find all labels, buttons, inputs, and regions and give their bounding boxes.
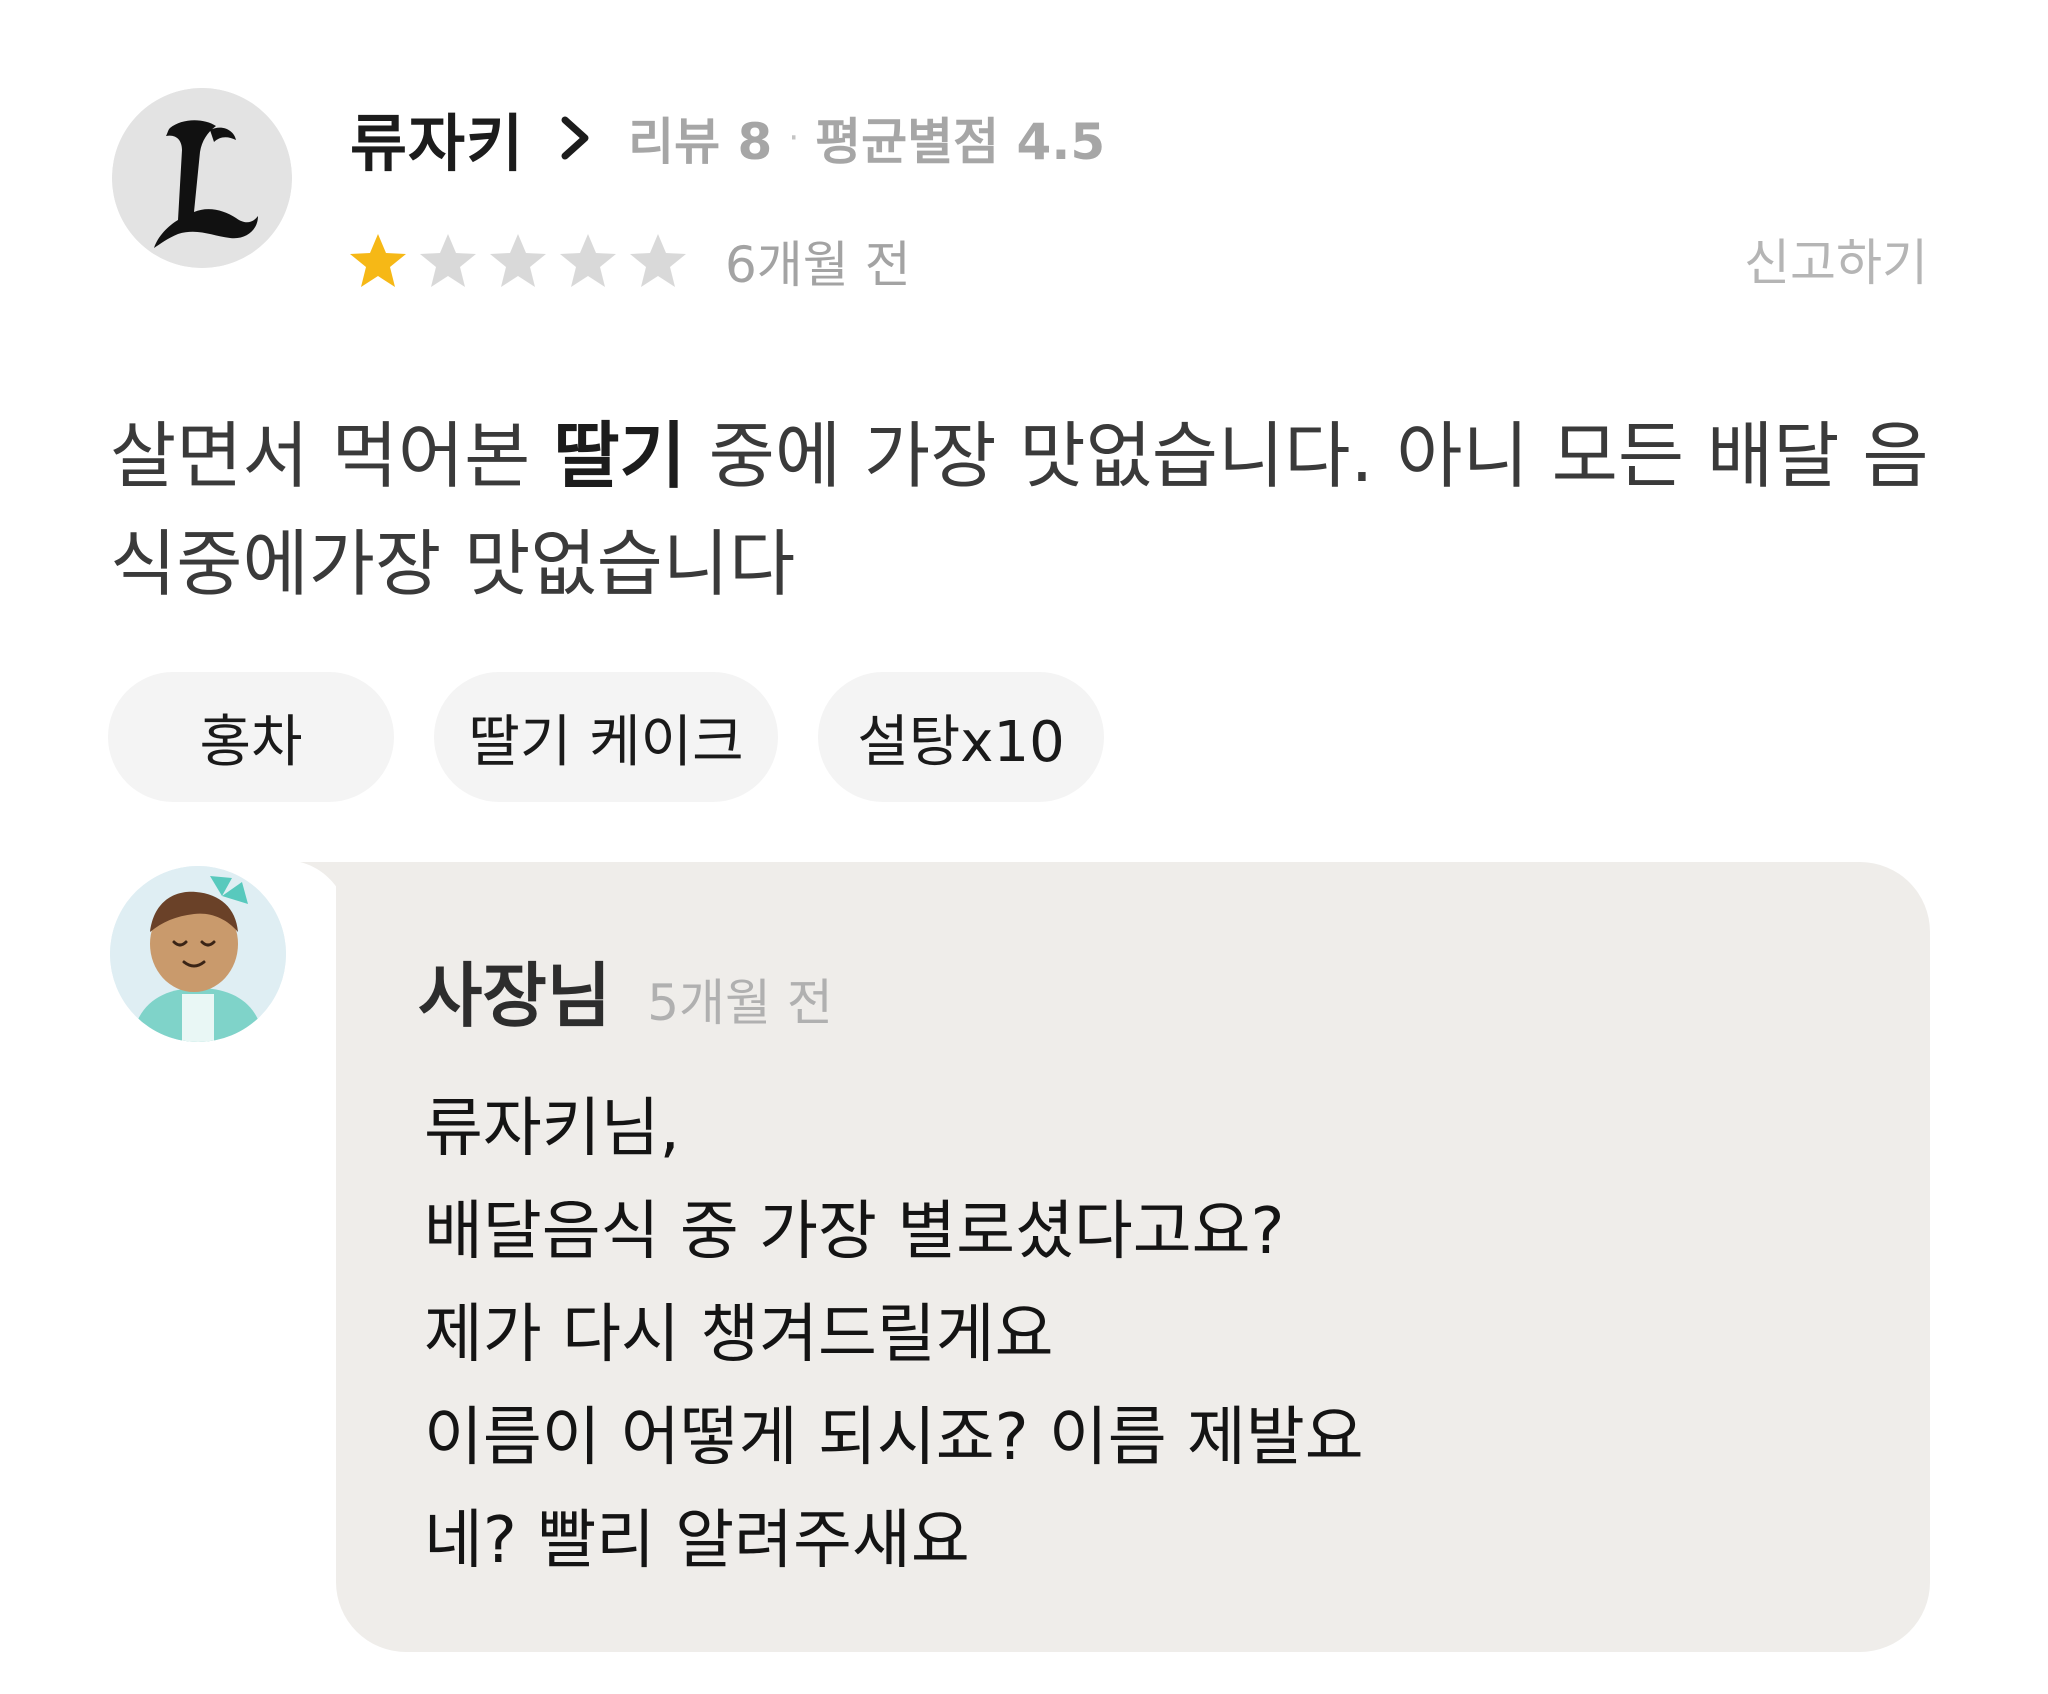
reviewer-meta: 류자키 리뷰 8 · 평균별점 4.5 — [350, 98, 1106, 180]
gothic-l-logo — [112, 88, 292, 268]
reply-date: 5개월 전 — [647, 974, 833, 1032]
owner-reply-header: 사장님 5개월 전 — [418, 940, 833, 1037]
star-icon — [487, 231, 549, 291]
star-icon — [557, 231, 619, 291]
star-icon — [417, 231, 479, 291]
owner-reply-text: 류자키님, 배달음식 중 가장 별로셨다고요? 제가 다시 챙겨드릴게요 이름이… — [424, 1078, 1884, 1593]
average-rating: 평균별점 4.5 — [815, 113, 1106, 171]
reply-line: 이름이 어떻게 되시죠? 이름 제발요 — [424, 1401, 1364, 1475]
review-count: 리뷰 8 — [628, 113, 773, 171]
reply-line: 류자키님, — [424, 1092, 680, 1166]
star-icon — [627, 231, 689, 291]
review-text-highlight: 딸기 — [553, 414, 686, 498]
reply-line: 제가 다시 챙겨드릴게요 — [424, 1298, 1054, 1372]
star-rating — [347, 231, 697, 291]
reviewer-avatar[interactable] — [112, 88, 292, 268]
reviewer-name[interactable]: 류자키 — [350, 93, 524, 183]
report-button[interactable]: 신고하기 — [1744, 228, 1928, 298]
ordered-menu-list: 홍차 딸기 케이크 설탕x10 — [108, 672, 1144, 802]
cartoon-character-icon — [110, 866, 286, 1042]
star-icon — [347, 231, 409, 291]
menu-chip[interactable]: 홍차 — [108, 672, 394, 802]
menu-chip[interactable]: 딸기 케이크 — [434, 672, 778, 802]
meta-separator: · — [788, 118, 800, 158]
review-text-segment: 살면서 먹어본 — [110, 414, 554, 498]
chevron-right-icon[interactable] — [558, 115, 592, 161]
review-date: 6개월 전 — [725, 236, 911, 294]
menu-chip[interactable]: 설탕x10 — [818, 672, 1104, 802]
owner-avatar — [110, 866, 286, 1042]
review-text: 살면서 먹어본 딸기 중에 가장 맛없습니다. 아니 모든 배달 음식중에가장 … — [110, 402, 1960, 618]
reply-line: 배달음식 중 가장 별로셨다고요? — [424, 1195, 1285, 1269]
reply-bubble-tail — [300, 862, 340, 892]
rating-row: 6개월 전 — [347, 226, 911, 296]
owner-name: 사장님 — [418, 955, 612, 1037]
reply-line: 네? 빨리 알려주새요 — [424, 1504, 970, 1578]
